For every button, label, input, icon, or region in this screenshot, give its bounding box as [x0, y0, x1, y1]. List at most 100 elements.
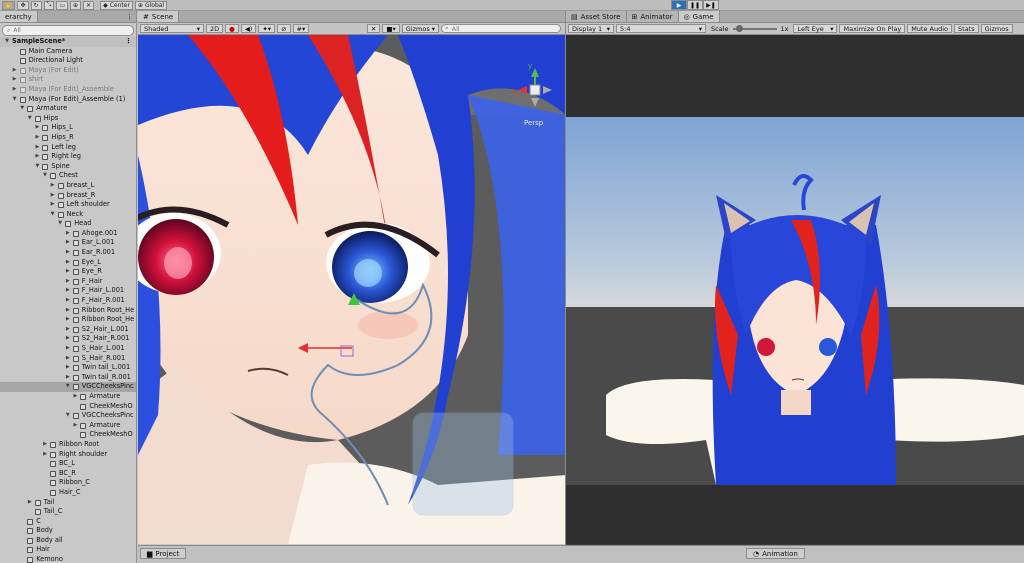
hierarchy-row[interactable]: ▶ Left shoulder	[0, 200, 136, 210]
tab-scene[interactable]: # Scene	[138, 11, 180, 22]
hierarchy-row[interactable]: BC_L	[0, 459, 136, 469]
mute-audio-toggle[interactable]: Mute Audio	[907, 24, 953, 33]
hierarchy-row[interactable]: Main Camera	[0, 47, 136, 57]
tree-toggle-icon[interactable]: ▶	[72, 392, 78, 402]
gizmo-center-cube[interactable]	[529, 84, 541, 96]
tree-toggle-icon[interactable]: ▶	[12, 75, 18, 85]
hierarchy-row[interactable]: Hair_C	[0, 488, 136, 498]
tab-game[interactable]: ◎ Game	[678, 11, 720, 22]
hierarchy-search-input[interactable]: ⌕ All	[2, 25, 134, 36]
game-gizmos-dropdown[interactable]: Gizmos	[980, 24, 1013, 33]
hierarchy-row[interactable]: ▶ Ribbon Root_He	[0, 306, 136, 316]
hierarchy-row[interactable]: ▼ VGCCheeksPinc	[0, 411, 136, 421]
hierarchy-row[interactable]: ▶ Ribbon Root_He	[0, 315, 136, 325]
hierarchy-row[interactable]: ▶ Eye_R	[0, 267, 136, 277]
maximize-on-play-toggle[interactable]: Maximize On Play	[839, 24, 906, 33]
hierarchy-row[interactable]: ▼ Hips	[0, 114, 136, 124]
hierarchy-row[interactable]: ▶ F_Hair_R.001	[0, 296, 136, 306]
tree-toggle-icon[interactable]: ▼	[12, 95, 18, 105]
hierarchy-row[interactable]: ▶ Ahoge.001	[0, 229, 136, 239]
persp-label[interactable]: Persp	[524, 119, 544, 127]
tree-toggle-icon[interactable]: ▶	[42, 440, 48, 450]
hierarchy-row[interactable]: ▼ Neck	[0, 210, 136, 220]
scene-menu-icon[interactable]: ⋮	[125, 37, 132, 47]
tree-toggle-icon[interactable]: ▶	[65, 344, 71, 354]
display-dropdown[interactable]: Display 1 ▾	[568, 24, 614, 33]
tree-toggle-icon[interactable]: ▶	[65, 286, 71, 296]
hierarchy-row[interactable]: ▶ Tail	[0, 498, 136, 508]
hierarchy-row[interactable]: Body	[0, 526, 136, 536]
tab-hierarchy[interactable]: erarchy	[0, 11, 38, 22]
hierarchy-row[interactable]: ▶ breast_R	[0, 191, 136, 201]
move-tool-button[interactable]: ✥	[17, 0, 29, 10]
hierarchy-row[interactable]: C	[0, 517, 136, 527]
tree-toggle-icon[interactable]: ▶	[50, 181, 56, 191]
grid-toggle[interactable]: #▾	[292, 24, 310, 33]
hand-tool-button[interactable]: ✋	[2, 0, 16, 10]
tree-toggle-icon[interactable]: ▶	[65, 325, 71, 335]
hidden-objects-toggle[interactable]: ⊘	[277, 24, 291, 33]
hierarchy-row[interactable]: ▶ Hips_L	[0, 123, 136, 133]
pause-button[interactable]: ❚❚	[687, 0, 703, 10]
hierarchy-row[interactable]: ▶ Twin tail_L.001	[0, 363, 136, 373]
hierarchy-row[interactable]: Kemono	[0, 555, 136, 563]
hierarchy-row[interactable]: ▼ Head	[0, 219, 136, 229]
tools-settings-button[interactable]: ✕	[366, 24, 381, 33]
tree-toggle-icon[interactable]: ▼	[19, 104, 25, 114]
hierarchy-row[interactable]: Tail_C	[0, 507, 136, 517]
audio-toggle[interactable]: ◀)	[240, 24, 257, 33]
tree-toggle-icon[interactable]: ▶	[34, 152, 40, 162]
hierarchy-row[interactable]: ▶ breast_L	[0, 181, 136, 191]
transform-tool-button[interactable]: ⊕	[70, 0, 82, 10]
effects-dropdown[interactable]: ✦▾	[258, 24, 276, 33]
tree-toggle-icon[interactable]: ▶	[65, 258, 71, 268]
hierarchy-row[interactable]: ▶ Ribbon Root	[0, 440, 136, 450]
stats-toggle[interactable]: Stats	[954, 24, 979, 33]
tree-toggle-icon[interactable]: ▶	[34, 133, 40, 143]
tree-toggle-icon[interactable]: ▼	[4, 37, 10, 47]
tree-toggle-icon[interactable]: ▶	[50, 191, 56, 201]
hierarchy-row[interactable]: ▶ Ear_R.001	[0, 248, 136, 258]
hierarchy-row[interactable]: ▶ shirt	[0, 75, 136, 85]
hierarchy-row[interactable]: ▶ Hips_R	[0, 133, 136, 143]
tree-toggle-icon[interactable]: ▶	[50, 200, 56, 210]
hierarchy-row[interactable]: ▶ Right shoulder	[0, 450, 136, 460]
tab-animation[interactable]: ◔ Animation	[746, 548, 805, 559]
hierarchy-row[interactable]: CheekMeshO	[0, 402, 136, 412]
hierarchy-row[interactable]: ▶ S2_Hair_L.001	[0, 325, 136, 335]
rotate-tool-button[interactable]: ↻	[30, 0, 42, 10]
hierarchy-menu-button[interactable]: ⋮	[126, 11, 136, 22]
tree-toggle-icon[interactable]: ▶	[65, 334, 71, 344]
play-button[interactable]: ▶	[671, 0, 687, 10]
hierarchy-row[interactable]: Ribbon_C	[0, 478, 136, 488]
tree-toggle-icon[interactable]: ▶	[65, 306, 71, 316]
tree-toggle-icon[interactable]: ▶	[65, 229, 71, 239]
tree-toggle-icon[interactable]: ▶	[65, 363, 71, 373]
hierarchy-row[interactable]: ▶ Right leg	[0, 152, 136, 162]
hierarchy-row[interactable]: ▶ Armature	[0, 421, 136, 431]
hierarchy-row[interactable]: ▶ Eye_L	[0, 258, 136, 268]
scale-slider-track[interactable]	[732, 24, 777, 32]
tree-toggle-icon[interactable]: ▶	[65, 238, 71, 248]
tree-toggle-icon[interactable]: ▶	[12, 85, 18, 95]
rect-tool-button[interactable]: ▭	[56, 0, 69, 10]
hierarchy-row[interactable]: ▶ Armature	[0, 392, 136, 402]
hierarchy-row[interactable]: ▼ Chest	[0, 171, 136, 181]
hierarchy-row[interactable]: BC_R	[0, 469, 136, 479]
hierarchy-row[interactable]: ▼ Maya (For Edit)_Assemble (1)	[0, 95, 136, 105]
tab-animator[interactable]: ⊞ Animator	[626, 11, 679, 22]
hierarchy-row[interactable]: ▶ F_Hair_L.001	[0, 286, 136, 296]
gizmos-dropdown[interactable]: Gizmos ▾	[401, 24, 439, 33]
tree-toggle-icon[interactable]: ▶	[65, 296, 71, 306]
tree-toggle-icon[interactable]: ▼	[50, 210, 56, 220]
tree-toggle-icon[interactable]: ▶	[27, 498, 33, 508]
shading-mode-dropdown[interactable]: Shaded ▾	[140, 24, 204, 33]
scene-viewport[interactable]: y x Persp	[138, 35, 565, 544]
hierarchy-row[interactable]: Hair	[0, 545, 136, 555]
pivot-toggle-button[interactable]: ◆ Center	[100, 0, 133, 10]
space-toggle-button[interactable]: ⊕ Global	[134, 0, 168, 10]
hierarchy-row[interactable]: CheekMeshO	[0, 430, 136, 440]
tree-toggle-icon[interactable]: ▶	[72, 421, 78, 431]
hierarchy-row[interactable]: ▶ Maya (For Edit)_Assemble	[0, 85, 136, 95]
hierarchy-row[interactable]: ▶ Ear_L.001	[0, 238, 136, 248]
